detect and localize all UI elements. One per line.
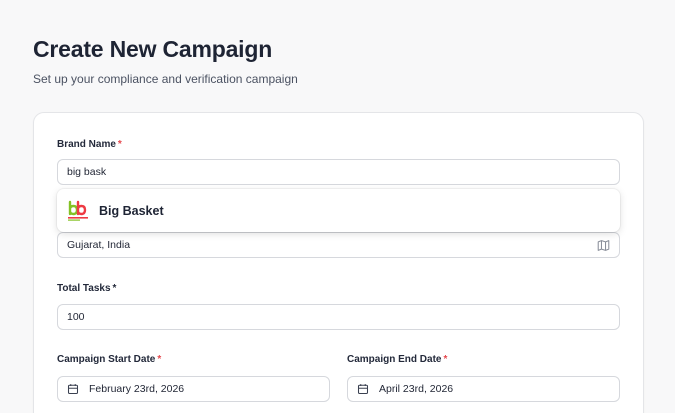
required-mark: * xyxy=(157,354,162,365)
location-input[interactable]: Gujarat, India xyxy=(57,232,620,258)
start-date-label: Campaign Start Date * xyxy=(57,354,161,365)
start-date-label-text: Campaign Start Date xyxy=(57,354,156,365)
end-date-value: April 23rd, 2026 xyxy=(379,383,454,395)
bigbasket-logo xyxy=(67,199,89,222)
required-mark: * xyxy=(112,283,117,294)
start-date-picker[interactable]: February 23rd, 2026 xyxy=(57,376,330,402)
required-mark: * xyxy=(117,139,122,150)
total-tasks-label: Total Tasks * xyxy=(57,283,116,294)
total-tasks-input[interactable]: 100 xyxy=(57,304,620,330)
brand-name-value: big bask xyxy=(67,166,107,178)
brand-name-input[interactable]: big bask xyxy=(57,159,620,185)
calendar-icon xyxy=(357,383,369,395)
brand-name-label-text: Brand Name xyxy=(57,139,116,150)
start-date-value: February 23rd, 2026 xyxy=(89,383,185,395)
end-date-picker[interactable]: April 23rd, 2026 xyxy=(347,376,620,402)
brand-suggestion-dropdown: Big Basket xyxy=(57,189,620,232)
campaign-form-card xyxy=(33,112,644,413)
total-tasks-value: 100 xyxy=(67,311,85,323)
calendar-icon xyxy=(67,383,79,395)
suggestion-big-basket[interactable]: Big Basket xyxy=(99,204,164,218)
brand-name-label: Brand Name * xyxy=(57,139,122,150)
required-mark: * xyxy=(443,354,448,365)
location-value: Gujarat, India xyxy=(67,239,131,251)
end-date-label: Campaign End Date * xyxy=(347,354,447,365)
page-subtitle: Set up your compliance and verification … xyxy=(33,72,298,86)
total-tasks-label-text: Total Tasks xyxy=(57,283,111,294)
map-icon[interactable] xyxy=(597,239,610,255)
page-title: Create New Campaign xyxy=(33,36,273,62)
end-date-label-text: Campaign End Date xyxy=(347,354,442,365)
